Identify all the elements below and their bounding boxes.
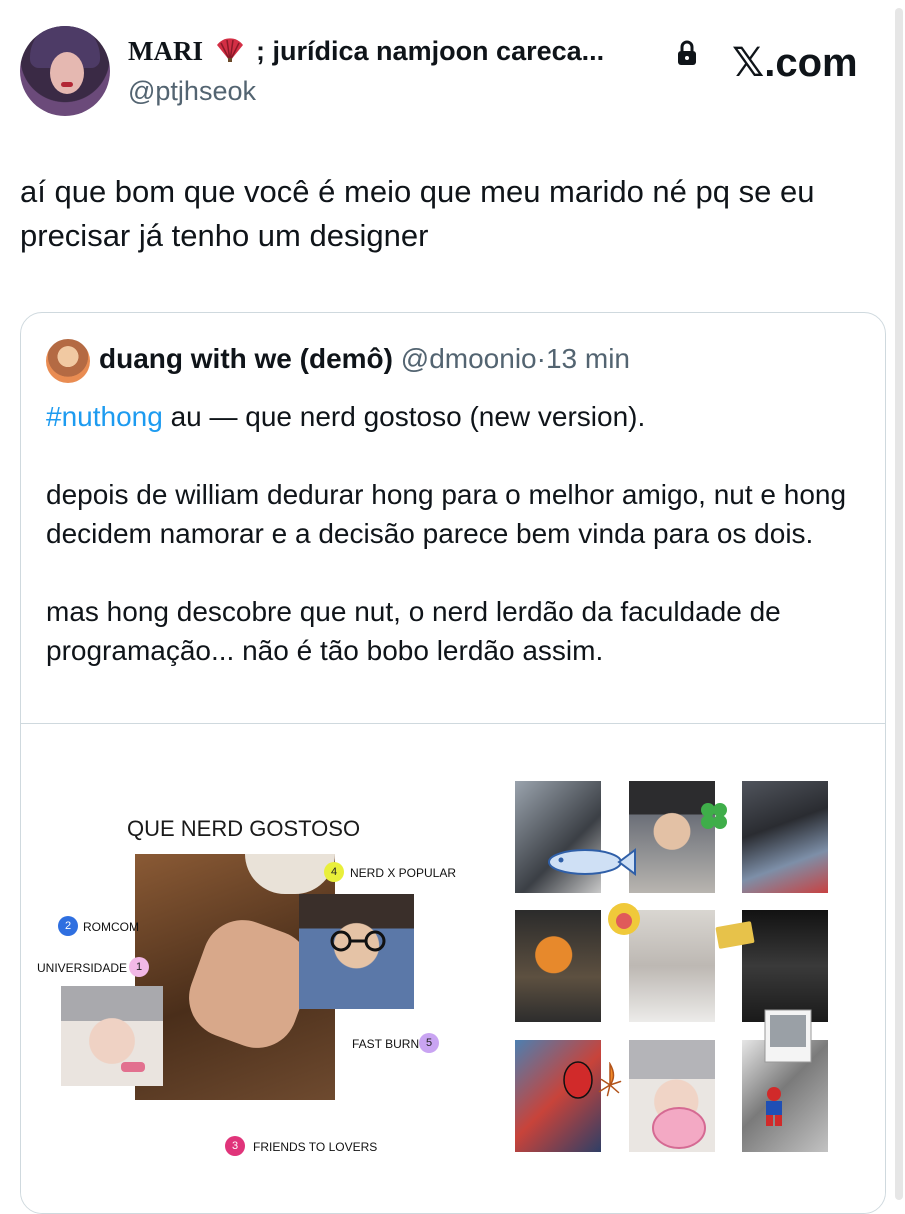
airplane-seat-photo xyxy=(742,781,828,893)
spiderman-sticker-icon xyxy=(563,1061,593,1099)
moodboard-title: QUE NERD GOSTOSO xyxy=(127,816,361,841)
tag-label-friends-to-lovers: FRIENDS TO LOVERS xyxy=(253,1140,378,1154)
tag-badge-4: 4 xyxy=(324,862,344,882)
photo-grid-image[interactable] xyxy=(501,724,885,1213)
tag-badge-5: 5 xyxy=(419,1033,439,1053)
page-scrollbar[interactable] xyxy=(893,0,903,1200)
tweet-text: aí que bom que você é meio que meu marid… xyxy=(20,174,815,253)
quoted-author-handle[interactable]: @dmoonio xyxy=(401,343,537,374)
quoted-tweet-card[interactable]: duang with we (demô) @dmoonio·13 min #nu… xyxy=(20,312,886,1214)
quoted-tweet-time[interactable]: 13 min xyxy=(546,343,630,374)
straw-boy-photo xyxy=(61,986,163,1086)
glasses-icon xyxy=(330,930,386,952)
site-domain-label: .com xyxy=(764,41,858,85)
quoted-author-name[interactable]: duang with we (demô) xyxy=(99,343,393,374)
scrollbar-thumb[interactable] xyxy=(895,8,903,1200)
smiley-sticker-icon xyxy=(608,903,640,935)
author-display-name[interactable]: MARI ; jurídica namjoon careca... xyxy=(128,36,604,67)
airplane-selfie-photo xyxy=(629,781,715,893)
tag-badge-1: 1 xyxy=(129,957,149,977)
tag-label-nerd-x-popular: NERD X POPULAR xyxy=(350,866,457,880)
tag-badge-3: 3 xyxy=(225,1136,245,1156)
polaroid-sticker-icon xyxy=(764,1009,812,1063)
author-handle[interactable]: @ptjhseok xyxy=(128,76,256,107)
tag-label-fast-burn: FAST BURN xyxy=(352,1037,420,1051)
pink-flower-sticker-icon xyxy=(652,1107,706,1149)
tag-label-universidade: UNIVERSIDADE xyxy=(37,961,128,975)
x-logo-icon: 𝕏 xyxy=(732,40,765,86)
hashtag-link[interactable]: #nuthong xyxy=(46,401,163,432)
separator-dot: · xyxy=(536,343,546,374)
quoted-tweet-text: #nuthong au — que nerd gostoso (new vers… xyxy=(46,397,866,670)
display-name-suffix: ; jurídica namjoon careca... xyxy=(256,36,605,66)
flowers-photo xyxy=(515,910,601,1022)
quoted-tweet-header: duang with we (demô) @dmoonio·13 min xyxy=(99,343,630,375)
lock-icon xyxy=(678,40,696,65)
moodboard-image[interactable]: QUE NERD GOSTOSO 1 UNIVERSIDADE 2 ROMCOM… xyxy=(21,724,501,1213)
fish-sticker-icon xyxy=(548,848,636,876)
tag-badge-2: 2 xyxy=(58,916,78,936)
special-stamp-icon xyxy=(715,921,755,949)
x-site-logo: 𝕏.com xyxy=(732,40,858,86)
quoted-line1-text: au — que nerd gostoso (new version). xyxy=(162,401,646,432)
straw-shape xyxy=(121,1062,145,1072)
tag-label-romcom: ROMCOM xyxy=(83,920,139,934)
quoted-paragraph-2: depois de william dedurar hong para o me… xyxy=(46,479,847,549)
clover-sticker-icon xyxy=(701,803,727,829)
fan-emoji-icon xyxy=(215,37,245,67)
quoted-author-avatar[interactable] xyxy=(46,339,90,383)
author-avatar[interactable] xyxy=(20,26,110,116)
display-name-prefix: MARI xyxy=(128,36,203,66)
sleeping-photo xyxy=(629,910,715,1022)
spiderman-figure-icon xyxy=(766,1087,782,1126)
quoted-paragraph-3: mas hong descobre que nut, o nerd lerdão… xyxy=(46,596,781,666)
